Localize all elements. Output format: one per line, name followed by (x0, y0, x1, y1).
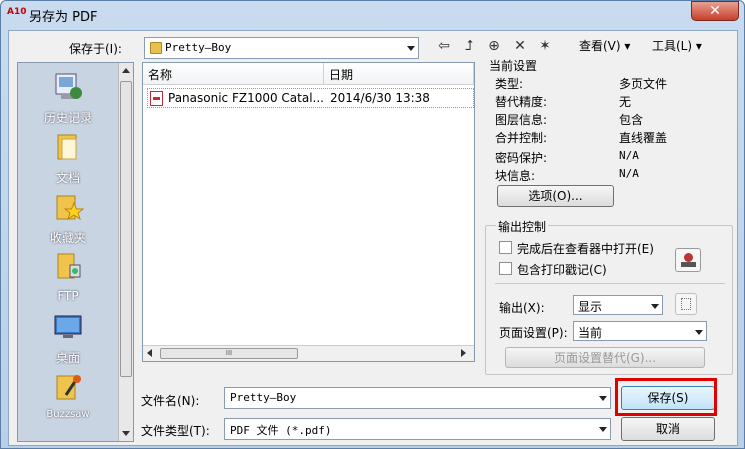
output-control-panel: 输出控制 完成后在查看器中打开(E) 包含打印戳记(C) 输出(X): 显示 页… (485, 217, 735, 377)
open-in-viewer-checkbox[interactable] (499, 241, 512, 254)
close-button[interactable]: ✕ (691, 1, 739, 21)
place-label: 桌面 (55, 351, 80, 365)
setting-key: 合并控制: (495, 131, 548, 145)
current-settings-panel: 当前设置 类型: 多页文件 替代精度: 无 图层信息: 包含 合并控制: 直线覆… (485, 55, 735, 210)
setting-key: 图层信息: (495, 113, 548, 127)
tools-menu-label: 工具(L) (652, 39, 693, 53)
column-name-label: 名称 (148, 68, 173, 82)
file-list-hscrollbar[interactable]: III (143, 345, 474, 361)
buzzsaw-icon (56, 375, 81, 400)
folder-icon (150, 42, 162, 54)
page-setup-label: 页面设置(P): (499, 326, 568, 340)
options-button[interactable]: 选项(O)... (497, 185, 614, 207)
page-setup-override-button[interactable]: 页面设置替代(G)... (505, 347, 705, 368)
documents-icon (57, 134, 77, 160)
include-stamp-checkbox[interactable] (499, 262, 512, 275)
chevron-down-icon (599, 427, 607, 432)
scroll-thumb[interactable]: III (160, 348, 298, 359)
view-menu-label: 查看(V) (579, 39, 621, 53)
output-label: 输出(X): (499, 301, 545, 315)
desktop-icon (54, 315, 82, 338)
place-label: 历史记录 (43, 111, 92, 125)
column-header-date[interactable]: 日期 (324, 63, 474, 85)
filetype-value: PDF 文件 (*.pdf) (230, 424, 332, 437)
setting-value: 直线覆盖 (619, 131, 668, 145)
open-in-viewer-label: 完成后在查看器中打开(E) (517, 242, 654, 256)
place-buzzsaw[interactable]: Buzzsaw (18, 371, 118, 420)
search-web-icon[interactable]: ⊕ (484, 36, 504, 56)
filename-input[interactable]: Pretty—Boy (224, 387, 611, 409)
setting-key: 替代精度: (495, 95, 548, 109)
setting-key: 类型: (495, 77, 524, 91)
place-desktop[interactable]: 桌面 (18, 311, 118, 366)
delete-icon[interactable]: ✕ (510, 36, 530, 56)
scroll-left-icon[interactable] (147, 349, 152, 357)
plot-preview-icon[interactable] (675, 293, 697, 315)
setting-value: 无 (619, 95, 632, 109)
chevron-down-icon (651, 304, 659, 309)
ftp-icon (57, 253, 81, 279)
chevron-down-icon (695, 330, 703, 335)
title-bar: A10 另存为 PDF ✕ (1, 1, 744, 29)
save-in-label: 保存于(I): (69, 42, 122, 56)
places-scrollbar[interactable] (118, 63, 133, 441)
window-title: 另存为 PDF (29, 10, 98, 25)
place-ftp[interactable]: FTP (18, 251, 118, 303)
file-row[interactable]: Panasonic FZ1000 Catal... 2014/6/30 13:3… (147, 88, 474, 108)
autocad-app-icon: A10 (7, 7, 27, 17)
scroll-grip: III (225, 349, 233, 357)
place-label: 文档 (55, 171, 80, 185)
place-documents[interactable]: 文档 (18, 131, 118, 186)
output-control-title: 输出控制 (496, 218, 549, 235)
back-icon[interactable]: ⇦ (434, 36, 454, 56)
setting-value: N/A (619, 167, 639, 180)
scroll-thumb[interactable] (120, 81, 132, 377)
file-list: 名称 日期 Panasonic FZ1000 Catal... 2014/6/3… (142, 62, 475, 362)
chevron-down-icon (599, 396, 607, 401)
setting-key: 密码保护: (495, 151, 548, 165)
history-icon (55, 73, 82, 99)
chevron-down-icon (407, 46, 415, 51)
favorites-icon (56, 195, 85, 221)
cancel-button[interactable]: 取消 (621, 417, 715, 441)
current-settings-title: 当前设置 (487, 57, 540, 74)
plot-stamp-icon[interactable] (675, 248, 701, 272)
place-label: 收藏夹 (49, 231, 86, 245)
setting-value: N/A (619, 149, 639, 162)
highlight-box (615, 378, 717, 416)
setting-value: 包含 (619, 113, 644, 127)
output-value: 显示 (578, 300, 603, 314)
include-stamp-label: 包含打印戳记(C) (517, 263, 607, 277)
place-favorites[interactable]: 收藏夹 (18, 191, 118, 246)
view-menu[interactable]: 查看(V) ▾ (579, 37, 630, 54)
save-in-value: Pretty—Boy (165, 41, 232, 54)
save-as-pdf-dialog: A10 另存为 PDF ✕ 保存于(I): Pretty—Boy ⇦ ⮥ ⊕ ✕… (0, 0, 745, 449)
new-folder-icon[interactable]: ✶ (535, 36, 555, 56)
filename-label: 文件名(N): (141, 394, 200, 408)
tools-menu[interactable]: 工具(L) ▾ (652, 37, 702, 54)
save-in-dropdown[interactable]: Pretty—Boy (144, 37, 419, 59)
column-date-label: 日期 (329, 68, 354, 82)
filetype-label: 文件类型(T): (141, 424, 210, 438)
places-bar: 历史记录 文档 收藏夹 FTP 桌面 Buzzsaw (17, 62, 134, 442)
setting-value: 多页文件 (619, 77, 668, 91)
filename-value: Pretty—Boy (230, 391, 297, 404)
setting-key: 块信息: (495, 169, 536, 183)
column-header-name[interactable]: 名称 (143, 63, 324, 85)
divider (495, 283, 725, 284)
filetype-dropdown[interactable]: PDF 文件 (*.pdf) (224, 418, 611, 440)
file-date: 2014/6/30 13:38 (330, 91, 430, 105)
output-dropdown[interactable]: 显示 (573, 295, 663, 315)
place-label: Buzzsaw (46, 409, 90, 420)
pdf-file-icon (150, 91, 163, 106)
up-folder-icon[interactable]: ⮥ (459, 36, 479, 56)
scroll-up-icon[interactable] (122, 68, 130, 73)
scroll-down-icon[interactable] (122, 431, 130, 436)
page-setup-dropdown[interactable]: 当前 (573, 321, 707, 341)
place-label: FTP (57, 289, 79, 303)
page-setup-value: 当前 (578, 326, 603, 340)
file-name: Panasonic FZ1000 Catal... (168, 91, 324, 105)
place-history[interactable]: 历史记录 (18, 71, 118, 126)
scroll-right-icon[interactable] (461, 349, 466, 357)
